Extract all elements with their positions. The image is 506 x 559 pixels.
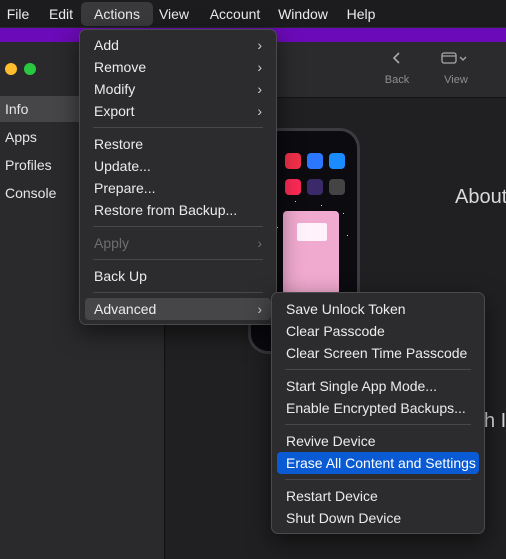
minimize-button[interactable] — [5, 63, 17, 75]
chevron-right-icon: › — [257, 235, 262, 251]
menu-item-restore[interactable]: Restore — [85, 133, 271, 155]
menu-item-add[interactable]: Add › — [85, 34, 271, 56]
menu-separator — [285, 424, 471, 425]
menu-item-prepare[interactable]: Prepare... — [85, 177, 271, 199]
menu-item-back-up[interactable]: Back Up — [85, 265, 271, 287]
menu-account[interactable]: Account — [204, 0, 266, 28]
menu-separator — [93, 226, 263, 227]
chevron-left-icon — [372, 50, 422, 72]
menu-bar: File Edit Actions View Account Window He… — [0, 0, 506, 28]
chevron-right-icon: › — [257, 301, 262, 317]
menu-item-label: Modify — [94, 81, 136, 97]
chevron-right-icon: › — [257, 59, 262, 75]
menu-edit[interactable]: Edit — [40, 0, 82, 28]
menu-view[interactable]: View — [154, 0, 194, 28]
partial-heading: h I — [484, 410, 506, 432]
zoom-button[interactable] — [24, 63, 36, 75]
menu-item-export[interactable]: Export › — [85, 100, 271, 122]
menu-item-clear-screen-time-passcode[interactable]: Clear Screen Time Passcode — [277, 342, 479, 364]
menu-item-enable-encrypted-backups[interactable]: Enable Encrypted Backups... — [277, 397, 479, 419]
back-label: Back — [384, 74, 410, 86]
menu-item-start-single-app-mode[interactable]: Start Single App Mode... — [277, 375, 479, 397]
menu-item-apply: Apply › — [85, 232, 271, 254]
menu-help[interactable]: Help — [342, 0, 380, 28]
menu-separator — [93, 259, 263, 260]
chevron-right-icon: › — [257, 103, 262, 119]
menu-item-label: Export — [94, 103, 135, 119]
menu-item-label: Remove — [94, 59, 147, 75]
menu-separator — [93, 292, 263, 293]
menu-item-erase-all-content-and-settings[interactable]: Erase All Content and Settings — [277, 452, 479, 474]
view-toggle-icon — [431, 50, 481, 72]
chevron-right-icon: › — [257, 81, 262, 97]
actions-menu: Add › Remove › Modify › Export › Restore Upd… — [79, 29, 277, 325]
menu-item-remove[interactable]: Remove › — [85, 56, 271, 78]
app-icon — [307, 153, 323, 169]
app-icon — [307, 179, 323, 195]
about-heading: About — [455, 186, 506, 208]
menu-item-modify[interactable]: Modify › — [85, 78, 271, 100]
menu-item-shut-down-device[interactable]: Shut Down Device — [277, 507, 479, 529]
menu-item-advanced[interactable]: Advanced › — [85, 298, 271, 320]
menu-separator — [285, 369, 471, 370]
menu-separator — [285, 479, 471, 480]
menu-item-label: Add — [94, 37, 119, 53]
sidebar-item-info[interactable]: Info — [0, 96, 80, 122]
menu-item-revive-device[interactable]: Revive Device — [277, 430, 479, 452]
menu-actions[interactable]: Actions — [81, 2, 153, 26]
menu-item-save-unlock-token[interactable]: Save Unlock Token — [277, 298, 479, 320]
chevron-right-icon: › — [257, 37, 262, 53]
wallpaper-art — [297, 223, 327, 241]
menu-separator — [93, 127, 263, 128]
view-label: View — [444, 74, 468, 86]
menu-item-restore-from-backup[interactable]: Restore from Backup... — [85, 199, 271, 221]
app-icon — [285, 153, 301, 169]
menu-item-label: Apply — [94, 235, 130, 251]
advanced-submenu: Save Unlock Token Clear Passcode Clear S… — [271, 292, 485, 534]
menu-item-clear-passcode[interactable]: Clear Passcode — [277, 320, 479, 342]
app-store-icon — [329, 153, 345, 169]
back-button[interactable]: Back — [372, 50, 422, 86]
menu-file[interactable]: File — [0, 0, 36, 28]
app-icon — [329, 179, 345, 195]
view-button[interactable]: View — [431, 50, 481, 86]
menu-item-update[interactable]: Update... — [85, 155, 271, 177]
menu-window[interactable]: Window — [275, 0, 331, 28]
music-icon — [285, 179, 301, 195]
menu-item-restart-device[interactable]: Restart Device — [277, 485, 479, 507]
menu-item-label: Advanced — [94, 301, 157, 317]
